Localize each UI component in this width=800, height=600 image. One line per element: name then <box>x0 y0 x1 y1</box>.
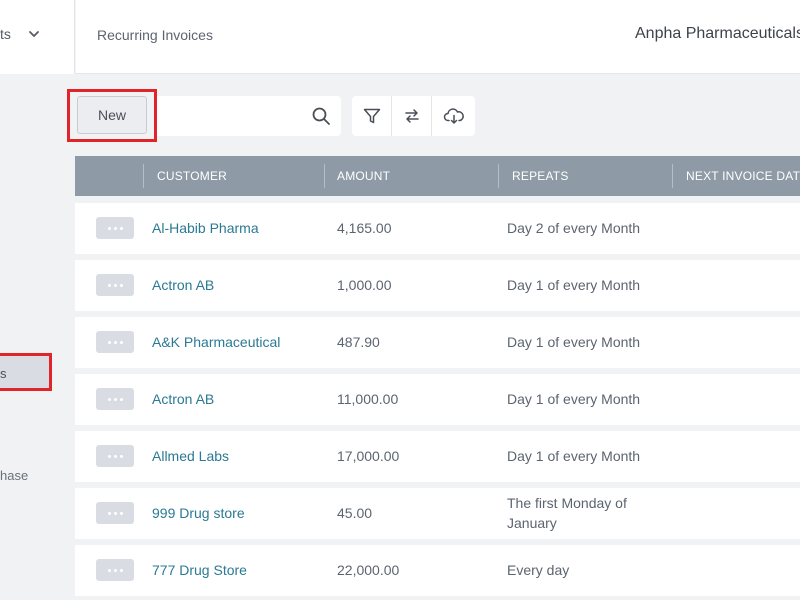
repeats-cell: Day 1 of every Month <box>507 334 641 350</box>
repeats-cell: Day 1 of every Month <box>507 277 641 293</box>
column-separator <box>672 164 673 188</box>
customer-link[interactable]: Actron AB <box>152 391 214 407</box>
row-actions-button[interactable] <box>96 388 134 410</box>
new-button[interactable]: New <box>77 96 147 134</box>
download-button[interactable] <box>432 96 475 136</box>
column-separator <box>324 164 325 188</box>
top-menu-label[interactable]: ts <box>0 26 11 42</box>
search-input[interactable] <box>157 96 302 136</box>
sidebar-item-recurring-invoices[interactable]: s <box>0 353 52 391</box>
row-actions-button[interactable] <box>96 445 134 467</box>
top-menu-area: ts <box>0 0 75 74</box>
organization-name[interactable]: Anpha Pharmaceuticals <box>635 25 800 43</box>
breadcrumb: Recurring Invoices <box>97 27 213 43</box>
chevron-down-icon[interactable] <box>28 26 40 42</box>
column-header-next-invoice-date[interactable]: NEXT INVOICE DATE <box>686 156 800 196</box>
sidebar-item-label: s <box>0 366 7 381</box>
table-row[interactable]: Actron AB 11,000.00 Day 1 of every Month <box>75 374 800 425</box>
customer-link[interactable]: 999 Drug store <box>152 505 245 521</box>
top-bar: Recurring Invoices Anpha Pharmaceuticals <box>76 0 800 74</box>
amount-cell: 11,000.00 <box>337 391 399 407</box>
row-actions-button[interactable] <box>96 502 134 524</box>
table-row[interactable]: 999 Drug store 45.00 The first Monday of… <box>75 488 800 539</box>
row-actions-button[interactable] <box>96 559 134 581</box>
table-row[interactable]: Al-Habib Pharma 4,165.00 Day 2 of every … <box>75 203 800 254</box>
repeats-cell: Day 1 of every Month <box>507 391 641 407</box>
customer-link[interactable]: Actron AB <box>152 277 214 293</box>
search-box <box>157 96 341 136</box>
amount-cell: 1,000.00 <box>337 277 392 293</box>
column-header-repeats[interactable]: REPEATS <box>512 156 569 196</box>
repeats-cell: The first Monday of January <box>507 495 627 531</box>
amount-cell: 22,000.00 <box>337 562 400 578</box>
column-header-amount[interactable]: AMOUNT <box>337 156 390 196</box>
repeats-cell: Day 1 of every Month <box>507 448 641 464</box>
column-separator <box>143 164 144 188</box>
filter-button[interactable] <box>352 96 392 136</box>
row-actions-button[interactable] <box>96 217 134 239</box>
row-actions-button[interactable] <box>96 274 134 296</box>
amount-cell: 4,165.00 <box>337 220 392 236</box>
customer-link[interactable]: Allmed Labs <box>152 448 229 464</box>
customer-link[interactable]: Al-Habib Pharma <box>152 220 259 236</box>
table-row[interactable]: A&K Pharmaceutical 487.90 Day 1 of every… <box>75 317 800 368</box>
repeat-button[interactable] <box>392 96 432 136</box>
repeat-icon <box>404 109 419 123</box>
customer-link[interactable]: A&K Pharmaceutical <box>152 334 280 350</box>
amount-cell: 487.90 <box>337 334 380 350</box>
table-row[interactable]: 777 Drug Store 22,000.00 Every day <box>75 545 800 596</box>
row-actions-button[interactable] <box>96 331 134 353</box>
column-header-customer[interactable]: CUSTOMER <box>157 156 227 196</box>
table-row[interactable]: Allmed Labs 17,000.00 Day 1 of every Mon… <box>75 431 800 482</box>
cloud-download-icon <box>443 108 464 124</box>
column-separator <box>498 164 499 188</box>
customer-link[interactable]: 777 Drug Store <box>152 562 247 578</box>
table-header: CUSTOMER AMOUNT REPEATS NEXT INVOICE DAT… <box>75 156 800 196</box>
repeats-cell: Day 2 of every Month <box>507 220 641 236</box>
amount-cell: 17,000.00 <box>337 448 400 464</box>
repeats-cell: Every day <box>507 562 570 578</box>
search-icon[interactable] <box>311 106 331 126</box>
amount-cell: 45.00 <box>337 505 373 521</box>
filter-icon <box>363 108 380 124</box>
table-row[interactable]: Actron AB 1,000.00 Day 1 of every Month <box>75 260 800 311</box>
sidebar-item-purchase[interactable]: hase <box>0 468 28 483</box>
toolbar-actions <box>352 96 475 136</box>
